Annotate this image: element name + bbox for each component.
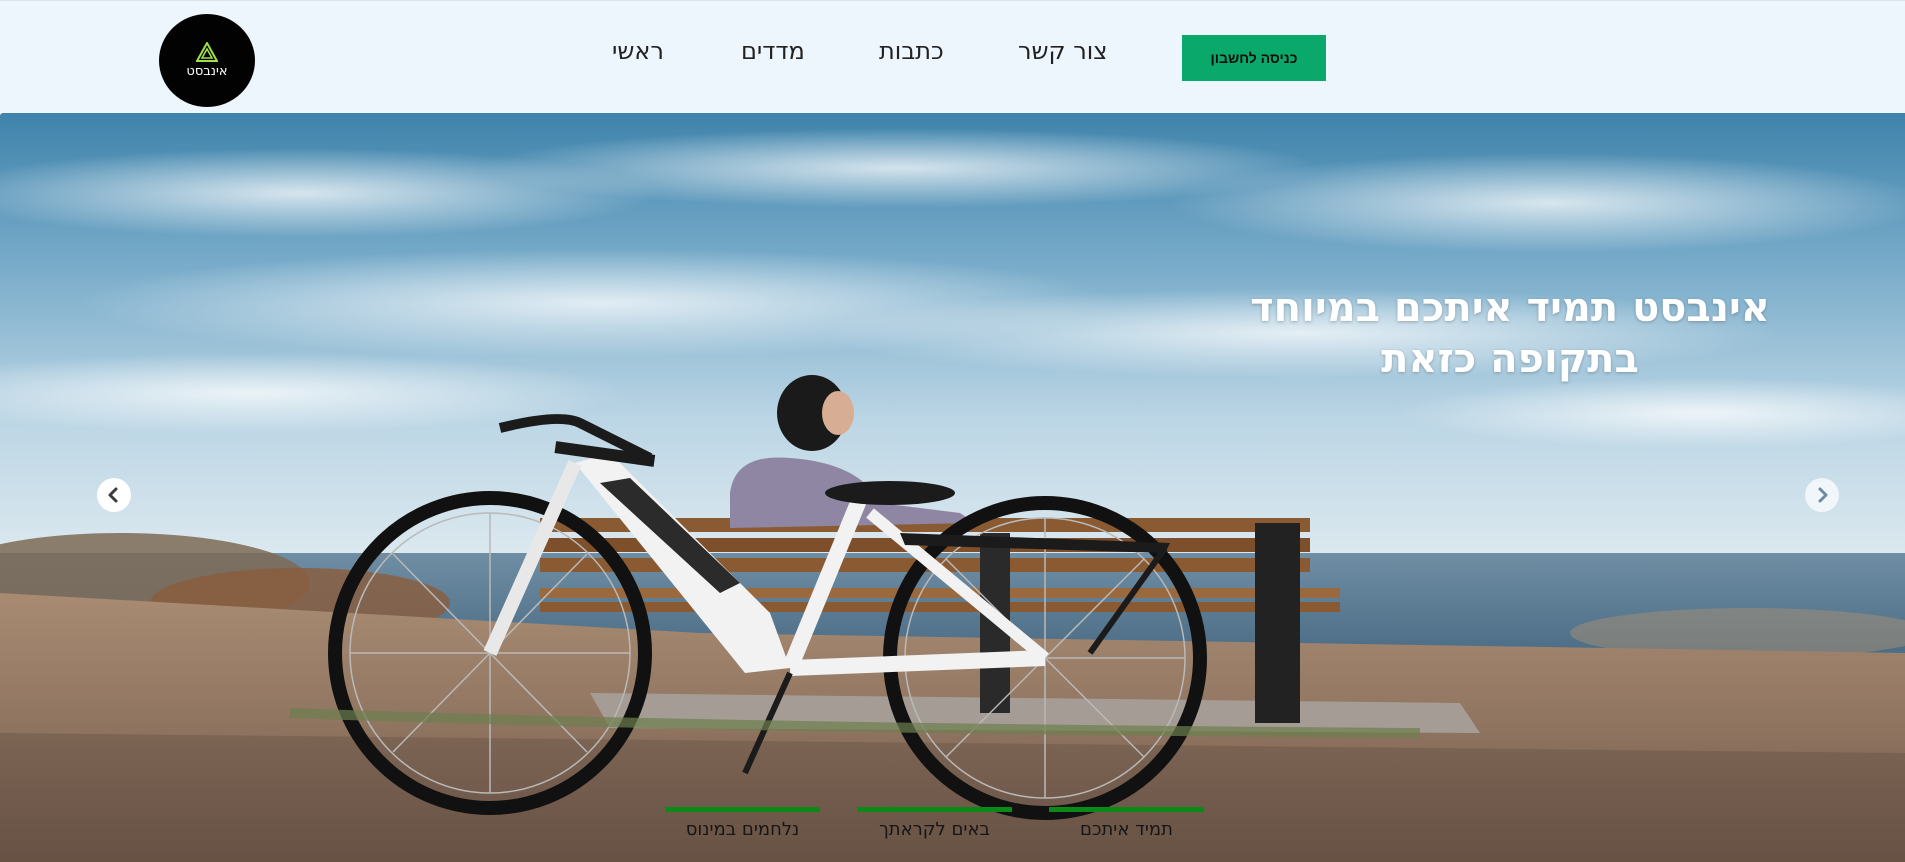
nav-indices[interactable]: מדדים	[741, 37, 805, 65]
slide-indicator-1[interactable]: נלחמים במינוס	[665, 807, 820, 847]
nav-contact[interactable]: צור קשר	[1018, 37, 1108, 65]
slide-indicator-label: באים לקראתך	[879, 819, 990, 840]
hero-title: אינבסט תמיד איתכם במיוחד בתקופה כזאת	[1250, 283, 1770, 385]
logo[interactable]: אינבסט	[159, 14, 255, 107]
slide-indicator-bar	[857, 807, 1012, 812]
nav-home[interactable]: ראשי	[612, 37, 664, 65]
triangle-logo-icon	[196, 42, 218, 62]
slide-indicator-bar	[665, 807, 820, 812]
logo-text: אינבסט	[186, 64, 228, 79]
site-header: אינבסט ראשי מדדים כתבות צור קשר כניסה לח…	[0, 0, 1905, 113]
carousel-next-button[interactable]	[1805, 478, 1839, 512]
chevron-left-icon	[108, 487, 118, 503]
slide-indicator-label: נלחמים במינוס	[685, 819, 800, 840]
hero-title-line-2: בתקופה כזאת	[1381, 336, 1639, 382]
nav-articles[interactable]: כתבות	[879, 37, 944, 65]
hero-title-line-1: אינבסט תמיד איתכם במיוחד	[1250, 285, 1770, 331]
slide-indicator-2[interactable]: באים לקראתך	[857, 807, 1012, 847]
carousel-prev-button[interactable]	[97, 478, 131, 512]
slide-indicator-bar	[1049, 807, 1204, 812]
hero-image	[0, 113, 1905, 862]
hero-carousel: אינבסט תמיד איתכם במיוחד בתקופה כזאת נלח…	[0, 113, 1905, 862]
chevron-right-icon	[1818, 487, 1828, 503]
slide-indicator-3[interactable]: תמיד איתכם	[1049, 807, 1204, 847]
login-button[interactable]: כניסה לחשבון	[1182, 35, 1326, 81]
slide-indicator-label: תמיד איתכם	[1080, 819, 1173, 840]
